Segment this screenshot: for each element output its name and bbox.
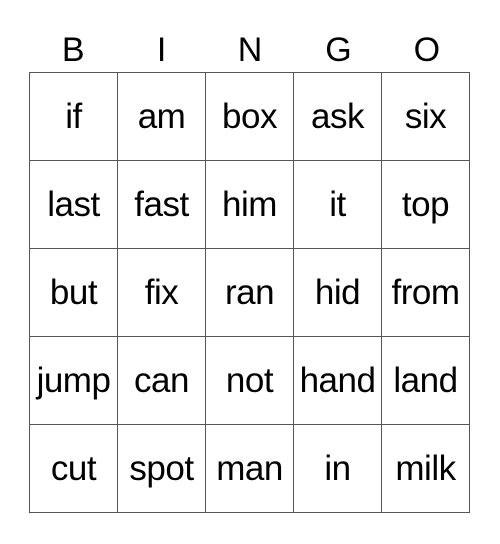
bingo-cell[interactable]: if <box>29 72 118 161</box>
bingo-cell[interactable]: top <box>381 160 470 249</box>
grid-row: last fast him it top <box>29 160 470 249</box>
header-letter-b: B <box>61 31 85 69</box>
bingo-cell[interactable]: man <box>205 424 294 513</box>
bingo-cell[interactable]: from <box>381 248 470 337</box>
bingo-cell[interactable]: not <box>205 336 294 425</box>
header-letter-i: I <box>156 31 167 69</box>
bingo-cell[interactable]: fast <box>117 160 206 249</box>
bingo-cell[interactable]: spot <box>117 424 206 513</box>
header-letter-g: G <box>325 31 352 69</box>
bingo-cell[interactable]: land <box>381 336 470 425</box>
bingo-cell[interactable]: milk <box>381 424 470 513</box>
bingo-cell[interactable]: hid <box>293 248 382 337</box>
bingo-cell[interactable]: am <box>117 72 206 161</box>
bingo-cell[interactable]: in <box>293 424 382 513</box>
grid-row: if am box ask six <box>29 72 470 161</box>
bingo-cell[interactable]: hand <box>293 336 382 425</box>
bingo-cell[interactable]: ran <box>205 248 294 337</box>
bingo-cell[interactable]: cut <box>29 424 118 513</box>
bingo-cell[interactable]: box <box>205 72 294 161</box>
bingo-cell[interactable]: jump <box>29 336 118 425</box>
bingo-cell[interactable]: can <box>117 336 206 425</box>
bingo-cell[interactable]: but <box>29 248 118 337</box>
header-letter-n: N <box>237 31 263 69</box>
grid-row: but fix ran hid from <box>29 248 470 337</box>
bingo-cell[interactable]: it <box>293 160 382 249</box>
bingo-grid: if am box ask six last fast him it top b… <box>29 72 470 513</box>
grid-row: jump can not hand land <box>29 336 470 425</box>
grid-row: cut spot man in milk <box>29 424 470 513</box>
bingo-cell[interactable]: last <box>29 160 118 249</box>
header-letter-o: O <box>413 31 441 69</box>
bingo-cell[interactable]: him <box>205 160 294 249</box>
bingo-cell[interactable]: six <box>381 72 470 161</box>
bingo-header: B I N G O <box>29 28 471 72</box>
bingo-cell[interactable]: ask <box>293 72 382 161</box>
bingo-cell[interactable]: fix <box>117 248 206 337</box>
